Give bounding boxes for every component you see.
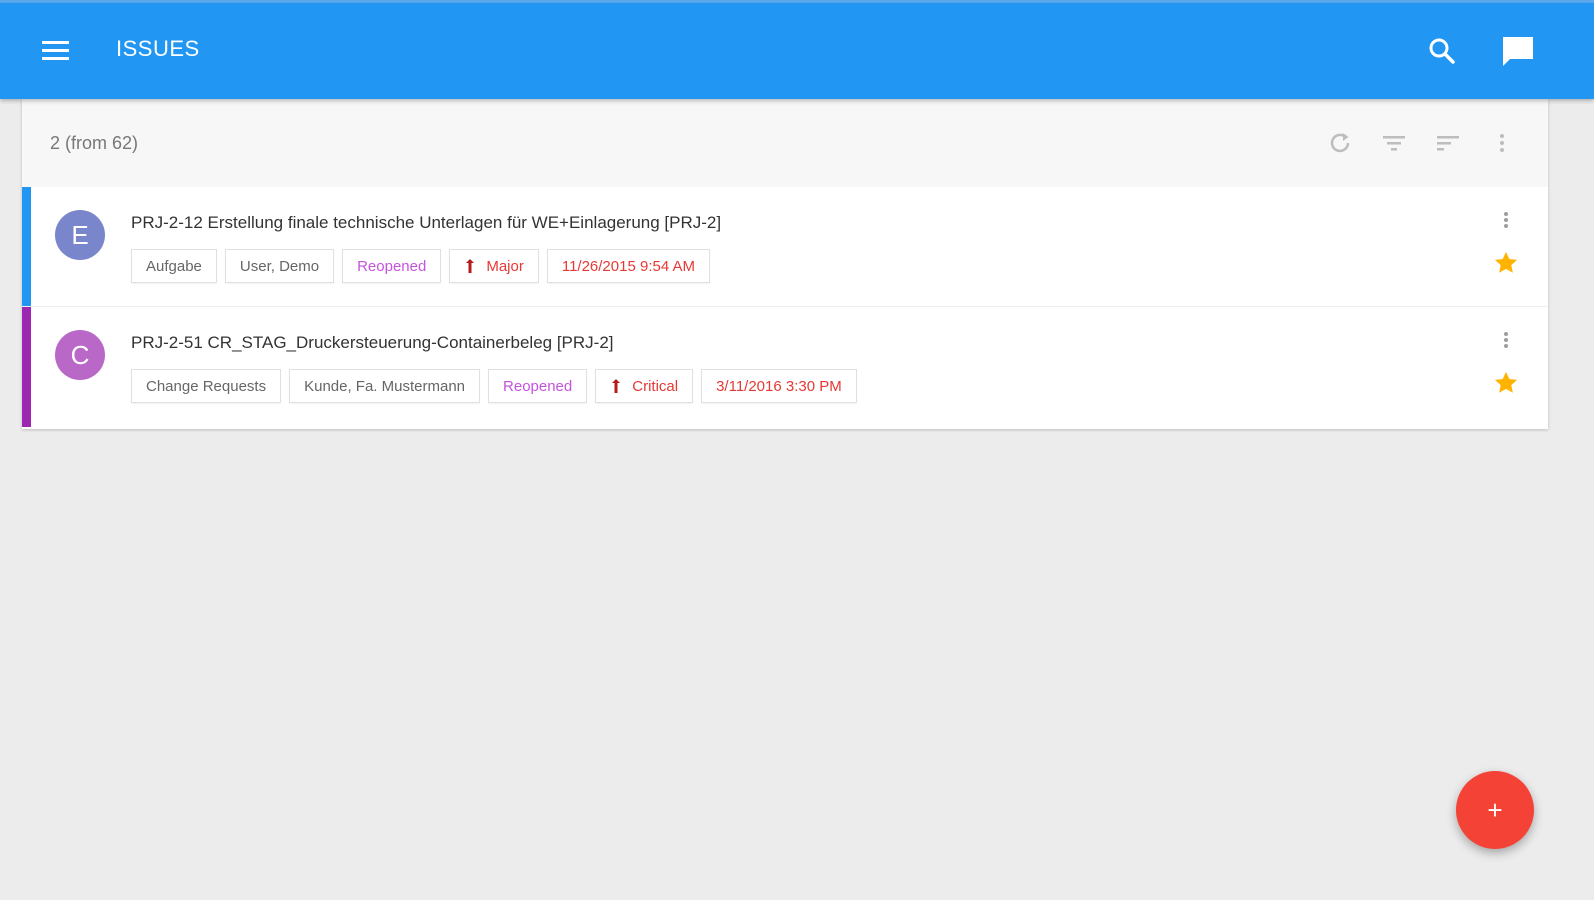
menu-icon [42, 41, 69, 60]
issue-tags: Aufgabe User, Demo Reopened Major 11/26/… [131, 249, 711, 283]
more-vert-icon [1504, 332, 1508, 348]
row-accent-bar [22, 187, 31, 307]
issues-list-panel: 2 (from 62) E PRJ-2-12 Erstellung finale… [22, 99, 1548, 429]
priority-flag-icon [464, 258, 476, 274]
search-icon [1429, 38, 1455, 64]
item-more-button[interactable] [1494, 207, 1518, 235]
add-icon: + [1487, 794, 1503, 825]
priority-chip: Major [449, 249, 539, 283]
priority-label: Major [486, 257, 524, 275]
favorite-button[interactable] [1492, 249, 1520, 277]
app-bar: ISSUES [0, 3, 1594, 99]
issue-title[interactable]: PRJ-2-12 Erstellung finale technische Un… [131, 213, 721, 233]
menu-button[interactable] [36, 31, 76, 71]
add-issue-button[interactable]: + [1456, 771, 1534, 849]
result-count: 2 (from 62) [50, 133, 139, 153]
chat-button[interactable] [1498, 31, 1538, 71]
avatar: C [55, 330, 105, 380]
refresh-icon [1330, 133, 1350, 153]
star-icon [1494, 251, 1518, 273]
assignee-chip: Kunde, Fa. Mustermann [289, 369, 481, 403]
item-more-button[interactable] [1494, 327, 1518, 355]
issue-title[interactable]: PRJ-2-51 CR_STAG_Druckersteuerung-Contai… [131, 333, 614, 353]
assignee-chip: User, Demo [224, 249, 335, 283]
page-title: ISSUES [116, 36, 200, 61]
status-chip: Reopened [488, 369, 588, 403]
date-chip: 3/11/2016 3:30 PM [701, 369, 857, 403]
priority-label: Critical [632, 377, 679, 395]
chat-icon [1503, 37, 1533, 66]
date-chip: 11/26/2015 9:54 AM [546, 249, 711, 283]
search-button[interactable] [1422, 31, 1462, 71]
more-options-button[interactable] [1486, 127, 1518, 159]
sort-icon [1437, 136, 1459, 151]
list-item[interactable]: C PRJ-2-51 CR_STAG_Druckersteuerung-Cont… [22, 307, 1548, 427]
list-item[interactable]: E PRJ-2-12 Erstellung finale technische … [22, 187, 1548, 307]
issue-tags: Change Requests Kunde, Fa. Mustermann Re… [131, 369, 857, 403]
row-accent-bar [22, 307, 31, 427]
avatar: E [55, 210, 105, 260]
issue-type-chip: Change Requests [131, 369, 282, 403]
priority-chip: Critical [595, 369, 694, 403]
more-vert-icon [1500, 134, 1504, 152]
more-vert-icon [1504, 212, 1508, 228]
list-toolbar: 2 (from 62) [22, 99, 1548, 187]
favorite-button[interactable] [1492, 369, 1520, 397]
filter-button[interactable] [1378, 127, 1410, 159]
priority-flag-icon [610, 378, 622, 394]
status-chip: Reopened [342, 249, 442, 283]
issue-type-chip: Aufgabe [131, 249, 217, 283]
star-icon [1494, 371, 1518, 393]
refresh-button[interactable] [1324, 127, 1356, 159]
filter-icon [1383, 136, 1405, 151]
sort-button[interactable] [1432, 127, 1464, 159]
